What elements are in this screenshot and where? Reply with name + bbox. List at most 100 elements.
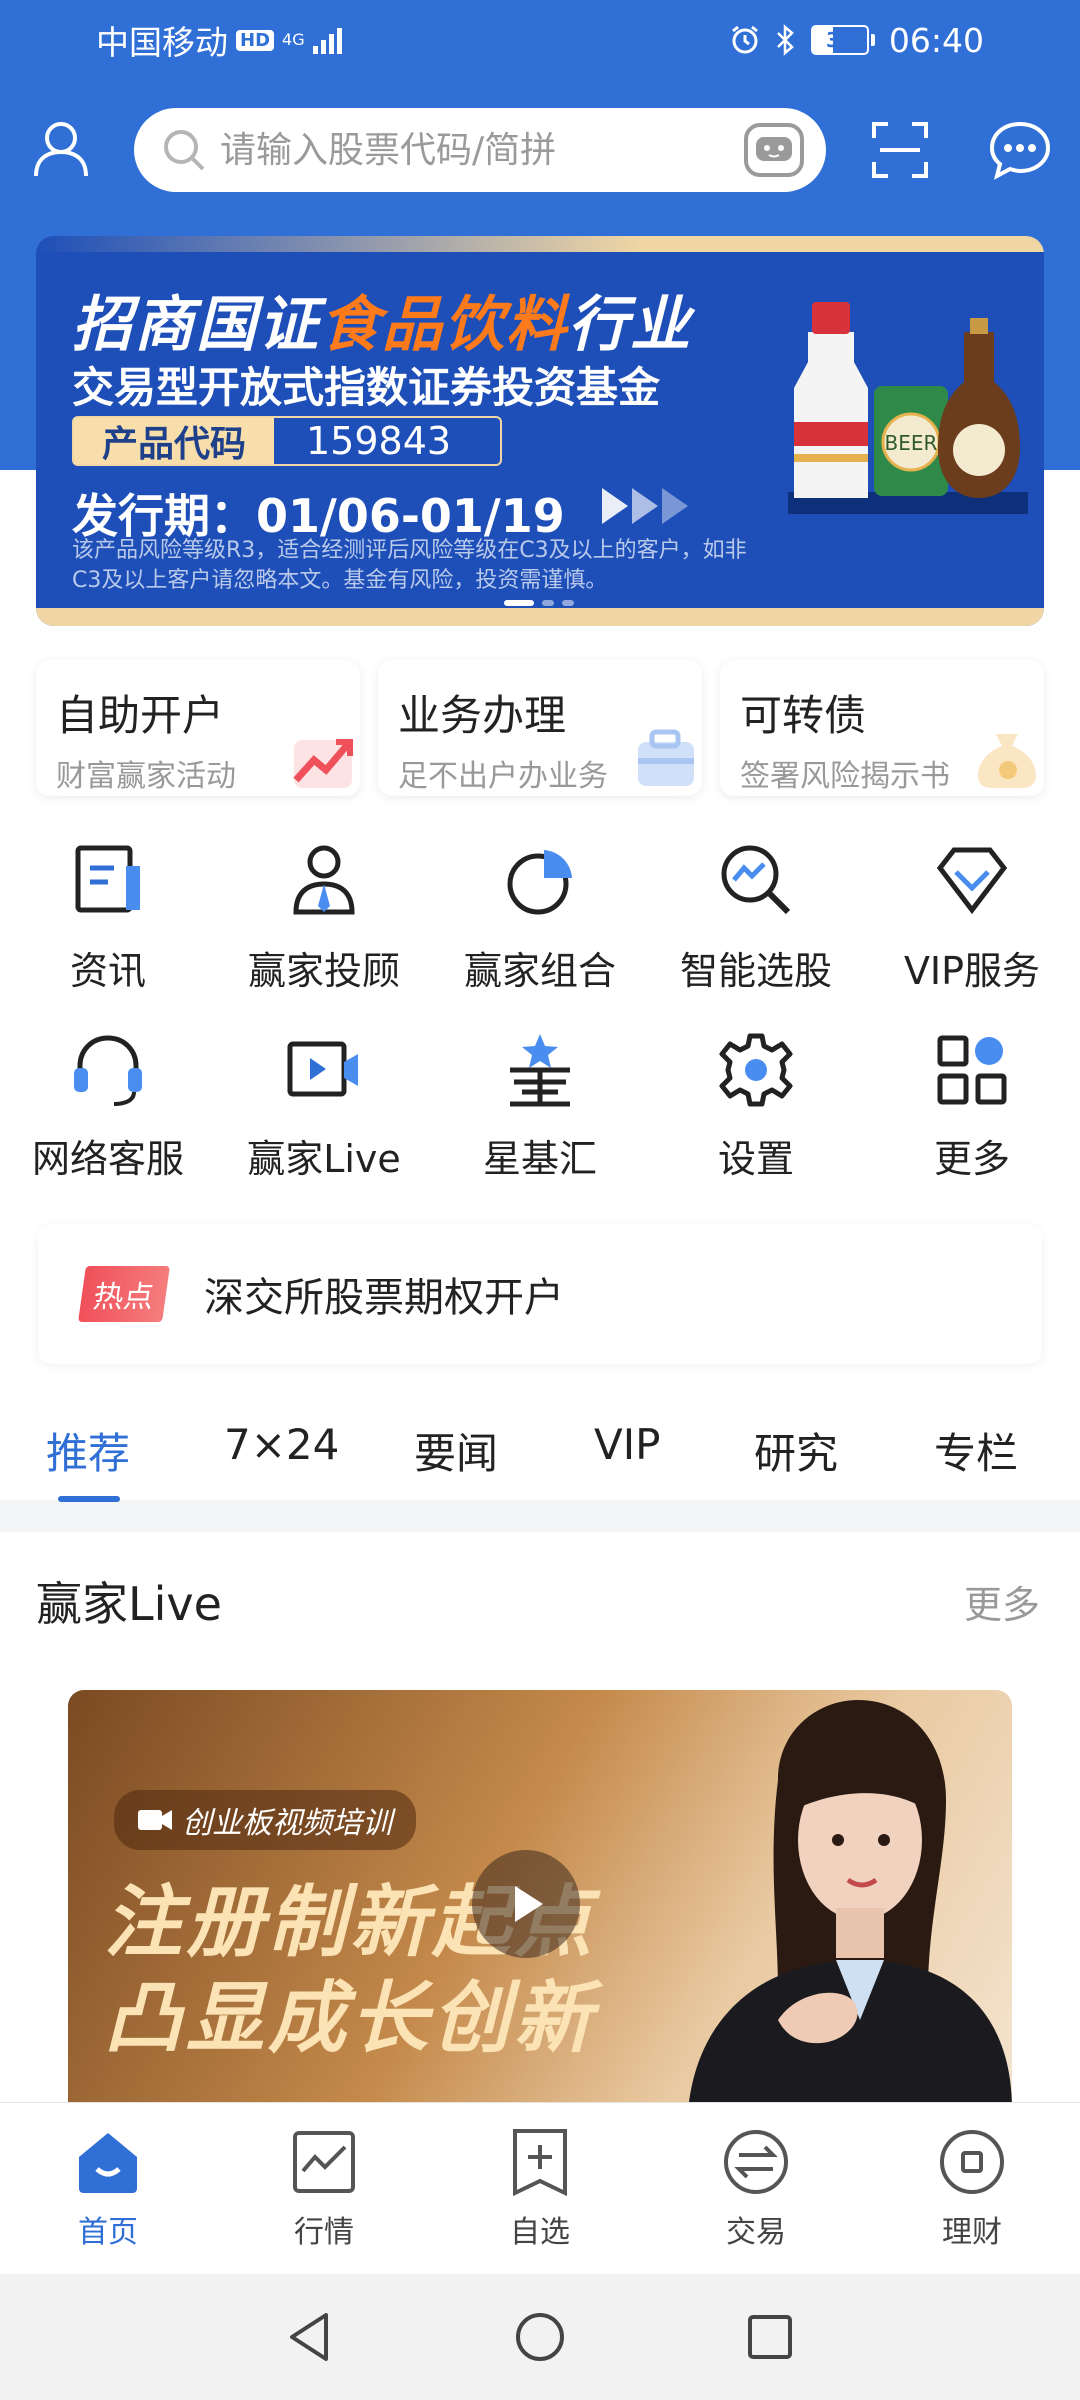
system-navigation-bar: [0, 2274, 1080, 2400]
trade-exchange-icon: [724, 2130, 788, 2194]
live-section: 赢家Live 更多 创业板视频培训 注册制新起点 凸显成长创新: [0, 1532, 1080, 2110]
tab-7x24[interactable]: 7×24: [224, 1420, 339, 1469]
grid-label: 星基汇: [482, 1137, 597, 1181]
home-icon: [79, 2133, 137, 2193]
grid-item-live[interactable]: 赢家Live: [216, 1030, 432, 1210]
banner-title-highlight: 食品饮料: [320, 290, 568, 360]
carrier-name: 中国移动: [96, 23, 228, 62]
home-circle-icon[interactable]: [510, 2307, 570, 2367]
more-apps-icon: [937, 1035, 1007, 1105]
nav-watchlist[interactable]: 自选: [432, 2103, 648, 2274]
product-code-label: 产品代码: [74, 418, 274, 465]
tab-recommend[interactable]: 推荐: [46, 1420, 130, 1481]
risk-disclaimer: 该产品风险等级R3，适合经测评后风险等级在C3及以上的客户，如非C3及以上客户请…: [72, 538, 747, 593]
promo-banner[interactable]: 招商国证食品饮料行业 交易型开放式指数证券投资基金 产品代码 159843 发行…: [36, 236, 1044, 626]
market-chart-icon: [293, 2131, 355, 2193]
grid-label: VIP服务: [903, 949, 1041, 993]
card-business-handling[interactable]: 业务办理 足不出户办业务: [378, 660, 702, 796]
battery-level: 37: [825, 28, 854, 52]
status-bar: 中国移动 HD 4G 37 06:40: [0, 0, 1080, 80]
grid-label: 赢家组合: [463, 949, 616, 993]
live-category-tag: 创业板视频培训: [114, 1790, 416, 1850]
grid-item-portfolio[interactable]: 赢家组合: [432, 830, 648, 1030]
grid-label: 赢家Live: [247, 1137, 401, 1181]
grid-item-advisor[interactable]: 赢家投顾: [216, 830, 432, 1030]
grid-item-settings[interactable]: 设置: [648, 1030, 864, 1210]
grid-item-news[interactable]: 资讯: [0, 830, 216, 1030]
tab-research[interactable]: 研究: [754, 1420, 838, 1481]
live-headline-2: 凸显成长创新: [104, 1974, 597, 2064]
video-camera-icon: [138, 1810, 172, 1830]
hd-badge: HD: [236, 29, 275, 51]
hot-topic-text: 深交所股票期权开户: [204, 1275, 564, 1321]
hot-badge: 热点: [78, 1266, 170, 1322]
user-profile-icon[interactable]: [30, 118, 92, 180]
grid-item-smart-stock-picker[interactable]: 智能选股: [648, 830, 864, 1030]
grid-item-customer-service[interactable]: 网络客服: [0, 1030, 216, 1210]
nav-label: 自选: [510, 2215, 570, 2250]
top-header: [0, 100, 1080, 200]
nav-label: 首页: [78, 2215, 138, 2250]
grid-item-more[interactable]: 更多: [864, 1030, 1080, 1210]
news-icon: [75, 845, 140, 913]
status-right: 37 06:40: [729, 21, 984, 60]
nav-trade[interactable]: 交易: [648, 2103, 864, 2274]
tab-headlines[interactable]: 要闻: [414, 1420, 498, 1481]
star-fund-icon: [510, 1034, 570, 1107]
battery-icon: 37: [810, 25, 875, 55]
clock: 06:40: [888, 20, 984, 60]
live-video-icon: [287, 1041, 358, 1097]
stock-search-input[interactable]: [220, 129, 742, 171]
live-tag-text: 创业板视频培训: [182, 1806, 392, 1841]
active-tab-indicator: [58, 1496, 120, 1502]
bottom-navigation: 首页 行情 自选 交易 理财: [0, 2102, 1080, 2274]
grid-label: 更多: [933, 1137, 1010, 1181]
grid-label: 设置: [717, 1137, 794, 1181]
beer-label: BEER: [885, 431, 938, 455]
product-code-value: 159843: [306, 419, 452, 463]
message-icon[interactable]: [988, 118, 1052, 182]
rising-chart-icon: [293, 739, 353, 788]
hot-topic-banner[interactable]: 热点 深交所股票期权开户: [38, 1224, 1042, 1364]
arrow-decoration: [602, 488, 688, 524]
content-tabs: 推荐 7×24 要闻 VIP 研究 专栏: [0, 1400, 1080, 1500]
back-icon[interactable]: [280, 2307, 340, 2367]
alarm-icon: [731, 25, 758, 54]
nav-wealth[interactable]: 理财: [864, 2103, 1080, 2274]
stock-picker-icon: [721, 845, 791, 915]
banner-top-strip: [36, 236, 1044, 252]
live-video-card[interactable]: 创业板视频培训 注册制新起点 凸显成长创新: [68, 1690, 1012, 2110]
section-title: 赢家Live: [36, 1577, 222, 1631]
nav-label: 行情: [294, 2215, 354, 2250]
banner-subtitle: 交易型开放式指数证券投资基金: [72, 363, 661, 412]
nav-label: 理财: [942, 2215, 1002, 2250]
tab-column[interactable]: 专栏: [934, 1420, 1018, 1481]
play-icon: [515, 1886, 543, 1922]
more-link[interactable]: 更多: [964, 1574, 1040, 1629]
watchlist-add-icon: [513, 2129, 567, 2197]
wealth-icon: [940, 2130, 1004, 2194]
search-bar[interactable]: [134, 108, 826, 192]
money-bag-icon: [978, 734, 1036, 788]
nav-label: 交易: [726, 2215, 786, 2250]
headset-icon: [74, 1035, 142, 1106]
nav-market[interactable]: 行情: [216, 2103, 432, 2274]
presenter-image: [688, 1700, 1012, 2110]
grid-item-star-fund[interactable]: 星基汇: [432, 1030, 648, 1210]
vip-icon: [936, 847, 1008, 915]
tab-vip[interactable]: VIP: [594, 1420, 660, 1469]
grid-label: 网络客服: [31, 1137, 184, 1181]
grid-item-vip-service[interactable]: VIP服务: [864, 830, 1080, 1030]
bluetooth-icon: [777, 24, 794, 56]
portfolio-icon: [507, 850, 572, 915]
banner-bottom-strip: [36, 608, 1044, 626]
product-code-box: 产品代码 159843: [72, 416, 502, 466]
play-button[interactable]: [472, 1850, 580, 1958]
nav-home[interactable]: 首页: [0, 2103, 216, 2274]
settings-gear-icon: [719, 1033, 793, 1107]
card-convertible-bond[interactable]: 可转债 签署风险揭示书: [720, 660, 1044, 796]
robot-assistant-icon[interactable]: [742, 121, 806, 179]
card-self-open-account[interactable]: 自助开户 财富赢家活动: [36, 660, 360, 796]
recent-apps-icon[interactable]: [740, 2307, 800, 2367]
scan-icon[interactable]: [870, 120, 930, 180]
